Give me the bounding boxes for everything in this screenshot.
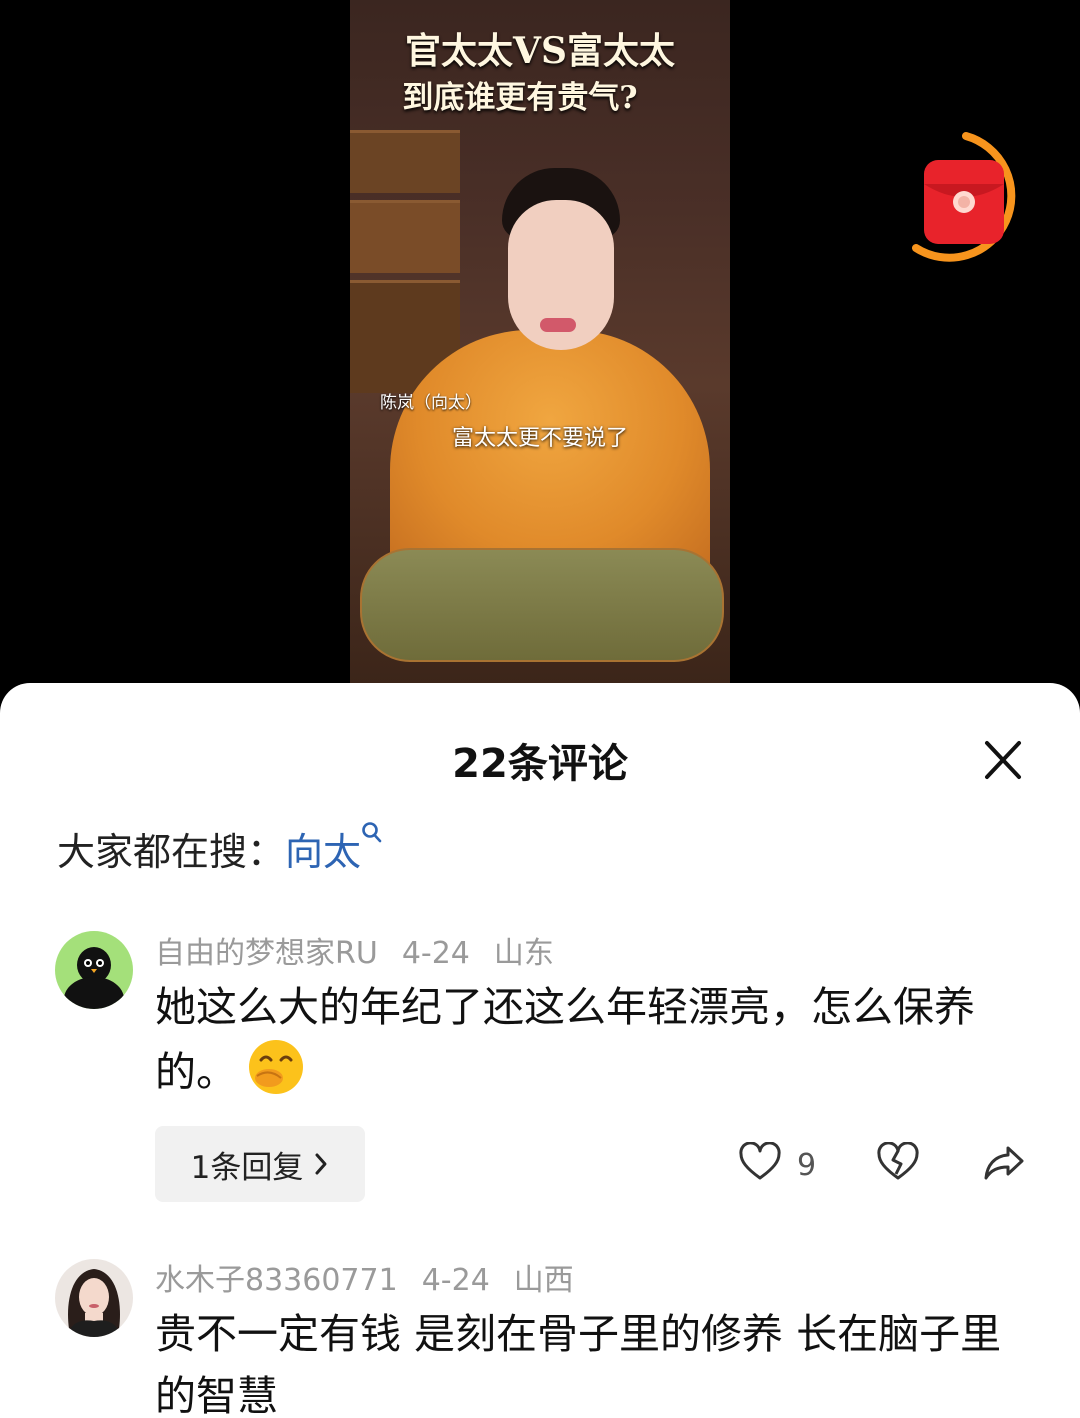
- hand-over-mouth-emoji: [249, 1040, 303, 1094]
- trending-search-label: 大家都在搜：: [57, 830, 286, 874]
- presenter-lips: [540, 318, 576, 332]
- trending-search-row: 大家都在搜：向太: [57, 821, 383, 876]
- chevron-right-icon: [315, 1153, 327, 1175]
- comment-meta: 自由的梦想家RU 4-24 山东: [155, 928, 578, 972]
- comment-date: 4-24: [401, 936, 470, 971]
- comment-location: 山东: [493, 936, 554, 971]
- share-icon[interactable]: [982, 1142, 1026, 1182]
- comment-username[interactable]: 水木子83360771: [155, 1263, 398, 1298]
- search-icon[interactable]: [361, 821, 383, 847]
- video-caption: 富太太更不要说了: [451, 426, 628, 451]
- like-count: 9: [797, 1148, 817, 1183]
- comment-count-title: 22条评论: [452, 741, 628, 787]
- heart-icon[interactable]: [738, 1142, 782, 1182]
- red-envelope-icon[interactable]: [908, 128, 1038, 274]
- broken-heart-icon[interactable]: [876, 1142, 920, 1182]
- comment-body: 贵不一定有钱 是刻在骨子里的修养 长在脑子里的智慧: [155, 1310, 1002, 1418]
- comment-text[interactable]: 她这么大的年纪了还这么年轻漂亮，怎么保养的。: [155, 976, 1005, 1103]
- view-replies-label: 1条回复: [190, 1149, 304, 1186]
- comment-sheet: 22条评论 大家都在搜：向太 自由的梦想家RU 4-24 山东 她这么大的年纪了还这…: [0, 683, 1080, 1418]
- video-frame[interactable]: 官太太VS富太太 到底谁更有贵气? 陈岚（向太） 富太太更不要说了: [350, 0, 730, 700]
- close-icon[interactable]: [978, 739, 1028, 783]
- speaker-tag: 陈岚（向太）: [380, 393, 482, 413]
- comment-meta: 水木子83360771 4-24 山西: [155, 1255, 598, 1299]
- background-shelf: [350, 130, 460, 193]
- comment-text[interactable]: 贵不一定有钱 是刻在骨子里的修养 长在脑子里的智慧: [155, 1303, 1005, 1418]
- comment-location: 山西: [513, 1263, 574, 1298]
- video-subtitle-heading: 到底谁更有贵气?: [402, 80, 638, 116]
- video-title: 官太太VS富太太: [405, 30, 675, 72]
- avatar[interactable]: [55, 1259, 133, 1337]
- background-shelf: [350, 200, 460, 273]
- cushion: [360, 548, 724, 662]
- avatar[interactable]: [55, 931, 133, 1009]
- view-replies-button[interactable]: 1条回复: [155, 1126, 365, 1202]
- trending-search-link[interactable]: 向太: [285, 830, 361, 874]
- video-player[interactable]: 官太太VS富太太 到底谁更有贵气? 陈岚（向太） 富太太更不要说了: [0, 0, 1080, 700]
- comment-username[interactable]: 自由的梦想家RU: [155, 936, 378, 971]
- comment-date: 4-24: [421, 1263, 490, 1298]
